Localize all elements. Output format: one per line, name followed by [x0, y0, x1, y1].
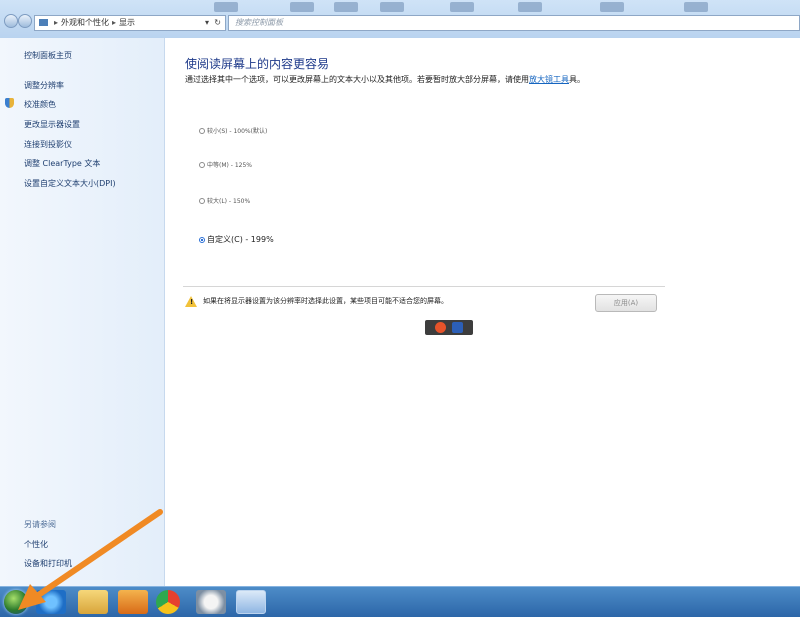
pointer-arrow [18, 509, 163, 610]
